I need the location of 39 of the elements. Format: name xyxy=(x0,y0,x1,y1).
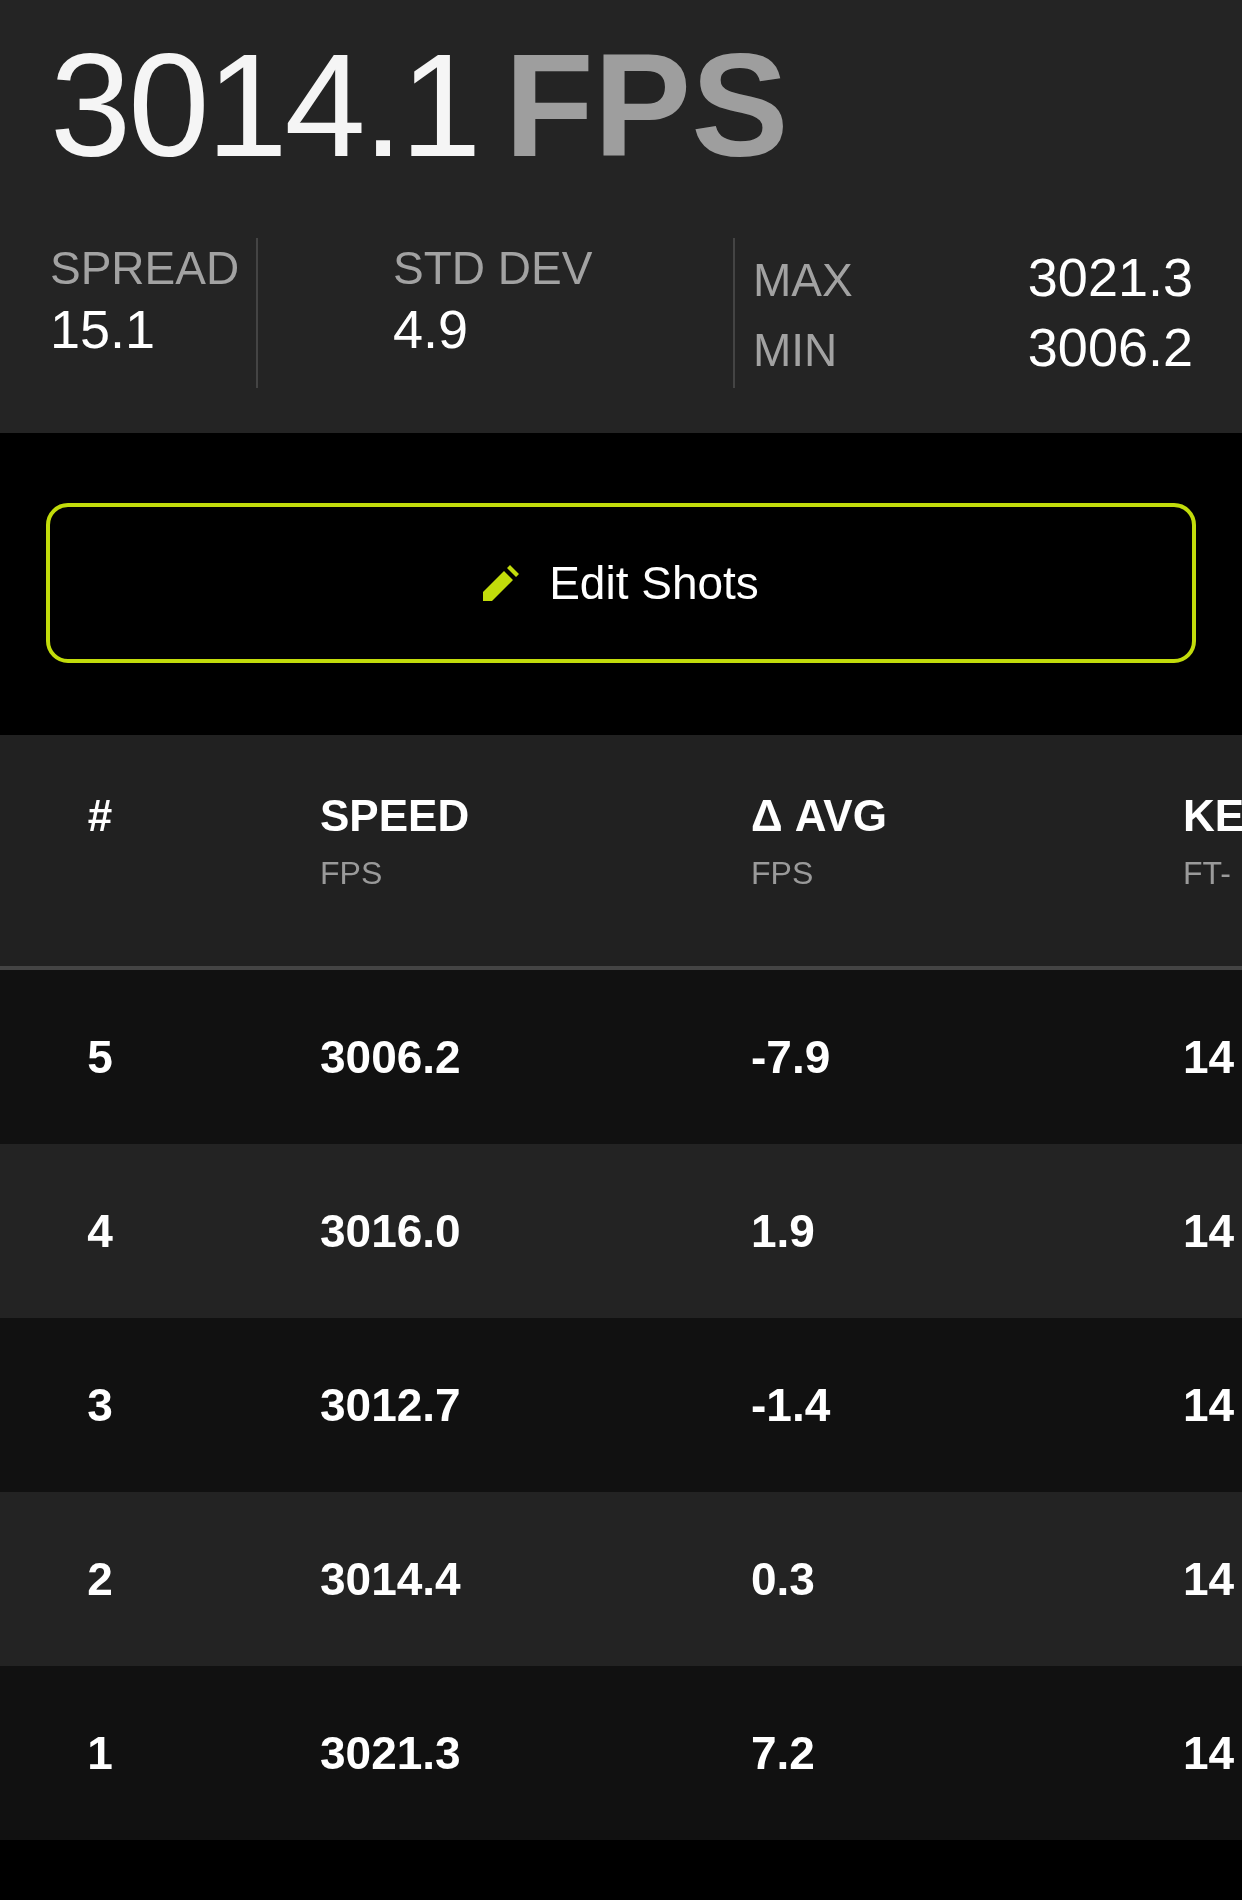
table-cell: 3006.2 xyxy=(320,1031,461,1083)
column-header: SPEED xyxy=(320,791,470,841)
stat-value: 15.1 xyxy=(50,298,157,361)
table-cell: 14 xyxy=(1183,1727,1235,1779)
table-cell: 14 xyxy=(1183,1553,1235,1605)
edit-shots-button[interactable]: Edit Shots xyxy=(46,503,1196,663)
average-speed: 3014.1 xyxy=(50,23,479,189)
table-cell: 14 xyxy=(1183,1379,1235,1431)
stat-label: STD DEV xyxy=(393,242,594,294)
column-header: Δ AVG xyxy=(751,791,887,841)
table-cell: 2 xyxy=(87,1552,113,1606)
pencil-icon xyxy=(483,565,520,601)
table-cell: 14 xyxy=(1183,1031,1235,1083)
column-header: KE xyxy=(1183,791,1242,841)
stat-label: MAX xyxy=(753,253,853,307)
table-cell: 3016.0 xyxy=(320,1205,461,1257)
table-cell: 3021.3 xyxy=(320,1727,461,1779)
table-cell: 4 xyxy=(87,1204,113,1258)
stat-label: SPREAD xyxy=(50,242,241,294)
stat-value: 3021.3 xyxy=(1027,246,1193,308)
stat-label: MIN xyxy=(753,323,838,377)
table-cell: 7.2 xyxy=(751,1727,815,1779)
table-cell: 3014.4 xyxy=(320,1553,461,1605)
table-cell: 3012.7 xyxy=(320,1379,461,1431)
table-cell: 3 xyxy=(87,1378,113,1432)
table-cell: 1.9 xyxy=(751,1205,815,1257)
column-unit: FPS xyxy=(320,855,383,892)
column-header: # xyxy=(87,791,113,841)
table-cell: -7.9 xyxy=(751,1031,831,1083)
speed-unit: FPS xyxy=(504,23,789,189)
stat-value: 3006.2 xyxy=(1027,316,1193,378)
column-unit: FT- xyxy=(1183,855,1231,892)
table-cell: 1 xyxy=(87,1726,113,1780)
table-cell: -1.4 xyxy=(751,1379,831,1431)
table-cell: 5 xyxy=(87,1030,113,1084)
table-cell: 0.3 xyxy=(751,1553,815,1605)
column-unit: FPS xyxy=(751,855,814,892)
stat-value: 4.9 xyxy=(393,298,470,361)
table-cell: 14 xyxy=(1183,1205,1235,1257)
